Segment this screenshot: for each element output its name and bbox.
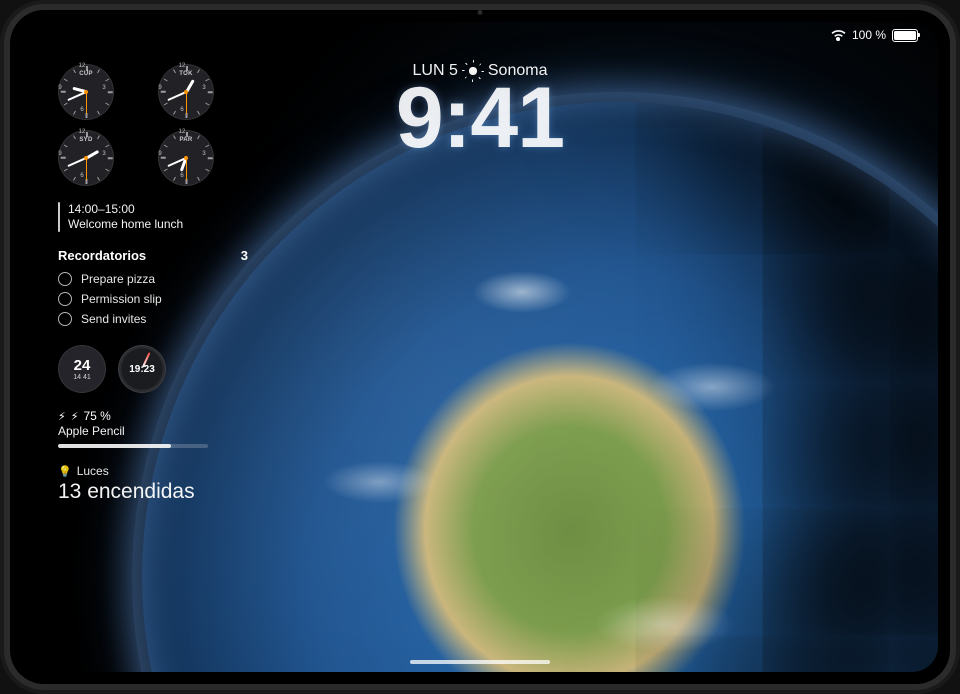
world-clock-syd[interactable]: SYD 36912	[58, 130, 114, 186]
battery-progress-track	[58, 444, 208, 448]
front-camera	[478, 10, 483, 15]
wifi-icon	[831, 30, 846, 41]
ipad-frame: 100 % LUN 5 Sonoma 9:41 CUP 36912 TOK 36…	[0, 0, 960, 694]
charging-bolt-icon: ⚡︎	[71, 410, 79, 423]
event-title: Welcome home lunch	[68, 217, 183, 232]
charging-bolt-icon: ⚡︎	[58, 410, 66, 423]
battery-percent-text: 100 %	[852, 28, 886, 42]
battery-device-name: Apple Pencil	[58, 424, 248, 438]
checkbox-icon[interactable]	[58, 292, 72, 306]
temp-value: 24	[74, 357, 91, 374]
reminders-widget[interactable]: Recordatorios 3 Prepare pizza Permission…	[58, 248, 248, 329]
wallpaper-earth	[142, 102, 938, 672]
event-time: 14:00–15:00	[68, 202, 183, 217]
world-clock-city-label: PAR	[158, 137, 214, 143]
lock-screen[interactable]: 100 % LUN 5 Sonoma 9:41 CUP 36912 TOK 36…	[22, 22, 938, 672]
reminder-label: Permission slip	[81, 292, 162, 306]
reminder-item[interactable]: Permission slip	[58, 289, 248, 309]
home-widget[interactable]: 💡 Luces 13 encendidas	[58, 464, 248, 504]
world-clock-city-label: TOK	[158, 71, 214, 77]
home-value: 13 encendidas	[58, 480, 248, 504]
reminder-item[interactable]: Send invites	[58, 309, 248, 329]
reminder-label: Prepare pizza	[81, 272, 155, 286]
reminder-label: Send invites	[81, 312, 146, 326]
checkbox-icon[interactable]	[58, 312, 72, 326]
clock-mini-widget[interactable]: 19:23	[118, 345, 166, 393]
weather-mini-widget[interactable]: 24 14 41	[58, 345, 106, 393]
battery-percent: 75 %	[83, 409, 110, 423]
world-clock-city-label: CUP	[58, 71, 114, 77]
world-clock-par[interactable]: PAR 36912	[158, 130, 214, 186]
mini-widgets-row: 24 14 41 19:23	[58, 345, 248, 393]
world-clock-widget[interactable]: CUP 36912 TOK 36912 SYD 36912 PAR 36912	[58, 64, 248, 186]
home-indicator[interactable]	[410, 660, 550, 664]
widget-column: CUP 36912 TOK 36912 SYD 36912 PAR 36912 …	[58, 64, 248, 504]
world-clock-cup[interactable]: CUP 36912	[58, 64, 114, 120]
reminders-count: 3	[241, 248, 248, 263]
checkbox-icon[interactable]	[58, 272, 72, 286]
reminder-item[interactable]: Prepare pizza	[58, 269, 248, 289]
lightbulb-icon: 💡	[58, 465, 72, 478]
home-label: Luces	[77, 464, 109, 478]
world-clock-city-label: SYD	[58, 137, 114, 143]
calendar-widget[interactable]: 14:00–15:00 Welcome home lunch	[58, 202, 248, 232]
world-clock-tok[interactable]: TOK 36912	[158, 64, 214, 120]
event-accent-bar	[58, 202, 60, 232]
battery-widget[interactable]: ⚡︎ ⚡︎ 75 % Apple Pencil	[58, 409, 248, 448]
wallpaper-clouds	[142, 102, 938, 672]
status-bar: 100 %	[831, 28, 918, 42]
battery-icon	[892, 29, 918, 42]
battery-progress-fill	[58, 444, 171, 448]
temp-range: 14 41	[73, 374, 91, 381]
reminders-title: Recordatorios	[58, 248, 146, 263]
